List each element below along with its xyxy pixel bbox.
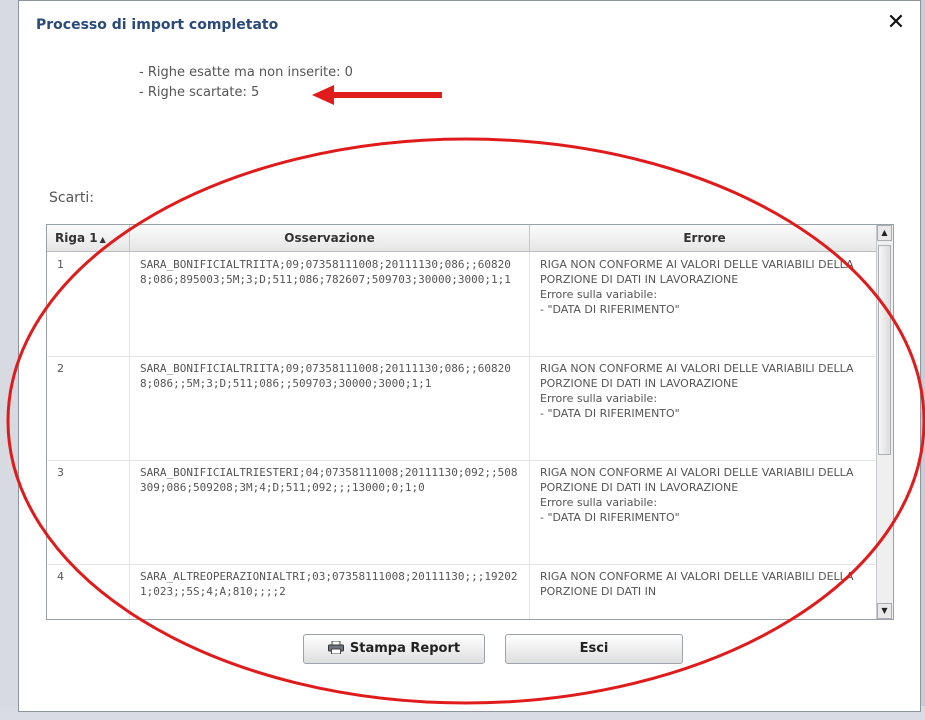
import-summary: - Righe esatte ma non inserite: 0 - Righ… bbox=[139, 63, 353, 103]
row-error: RIGA NON CONFORME AI VALORI DELLE VARIAB… bbox=[540, 570, 854, 598]
row-observation: SARA_BONIFICIALTRIESTERI;04;07358111008;… bbox=[130, 460, 530, 564]
row-error: RIGA NON CONFORME AI VALORI DELLE VARIAB… bbox=[540, 362, 854, 420]
table-header: Riga 1 ▲ Osservazione Errore bbox=[47, 225, 879, 252]
row-observation: SARA_BONIFICIALTRIITA;09;07358111008;201… bbox=[130, 356, 530, 460]
printer-icon bbox=[327, 641, 344, 654]
row-error: RIGA NON CONFORME AI VALORI DELLE VARIAB… bbox=[540, 466, 854, 524]
row-number: 4 bbox=[47, 564, 130, 619]
row-error: RIGA NON CONFORME AI VALORI DELLE VARIAB… bbox=[540, 258, 854, 316]
exit-button[interactable]: Esci bbox=[505, 634, 683, 664]
table-row[interactable]: 1 SARA_BONIFICIALTRIITA;09;07358111008;2… bbox=[47, 252, 879, 357]
table-row[interactable]: 4 SARA_ALTREOPERAZIONIALTRI;03;073581110… bbox=[47, 564, 879, 619]
print-report-button[interactable]: Stampa Report bbox=[303, 634, 485, 664]
row-number: 3 bbox=[47, 460, 130, 564]
row-observation: SARA_BONIFICIALTRIITA;09;07358111008;201… bbox=[130, 252, 530, 356]
sort-ascending-icon: ▲ bbox=[99, 235, 106, 244]
summary-rejected-not-inserted: - Righe esatte ma non inserite: 0 bbox=[139, 65, 353, 80]
table-body: 1 SARA_BONIFICIALTRIITA;09;07358111008;2… bbox=[47, 252, 879, 619]
dialog-titlebar: Processo di import completato ✕ bbox=[19, 1, 920, 53]
column-header-errore[interactable]: Errore bbox=[530, 225, 879, 251]
table-row[interactable]: 3 SARA_BONIFICIALTRIESTERI;04;0735811100… bbox=[47, 460, 879, 565]
discards-table: Riga 1 ▲ Osservazione Errore 1 SARA_BONIF… bbox=[46, 224, 894, 620]
scrollbar-thumb[interactable] bbox=[878, 245, 891, 455]
scroll-up-icon[interactable]: ▲ bbox=[877, 225, 892, 241]
row-observation: SARA_ALTREOPERAZIONIALTRI;03;07358111008… bbox=[130, 564, 530, 619]
scroll-down-icon[interactable]: ▼ bbox=[877, 603, 892, 619]
table-row[interactable]: 2 SARA_BONIFICIALTRIITA;09;07358111008;2… bbox=[47, 356, 879, 461]
close-icon[interactable]: ✕ bbox=[882, 9, 910, 37]
discards-label: Scarti: bbox=[49, 190, 95, 206]
background-window bbox=[0, 0, 18, 720]
import-result-dialog: Processo di import completato ✕ - Righe … bbox=[18, 0, 921, 712]
column-header-riga[interactable]: Riga 1 ▲ bbox=[47, 225, 130, 251]
dialog-title: Processo di import completato bbox=[36, 17, 279, 33]
summary-discarded-rows: - Righe scartate: 5 bbox=[139, 85, 260, 100]
column-header-osservazione[interactable]: Osservazione bbox=[130, 225, 530, 251]
row-number: 1 bbox=[47, 252, 130, 356]
row-number: 2 bbox=[47, 356, 130, 460]
column-header-label: Riga 1 bbox=[55, 231, 98, 245]
print-report-label: Stampa Report bbox=[349, 641, 461, 656]
vertical-scrollbar[interactable]: ▲ ▼ bbox=[876, 225, 893, 619]
